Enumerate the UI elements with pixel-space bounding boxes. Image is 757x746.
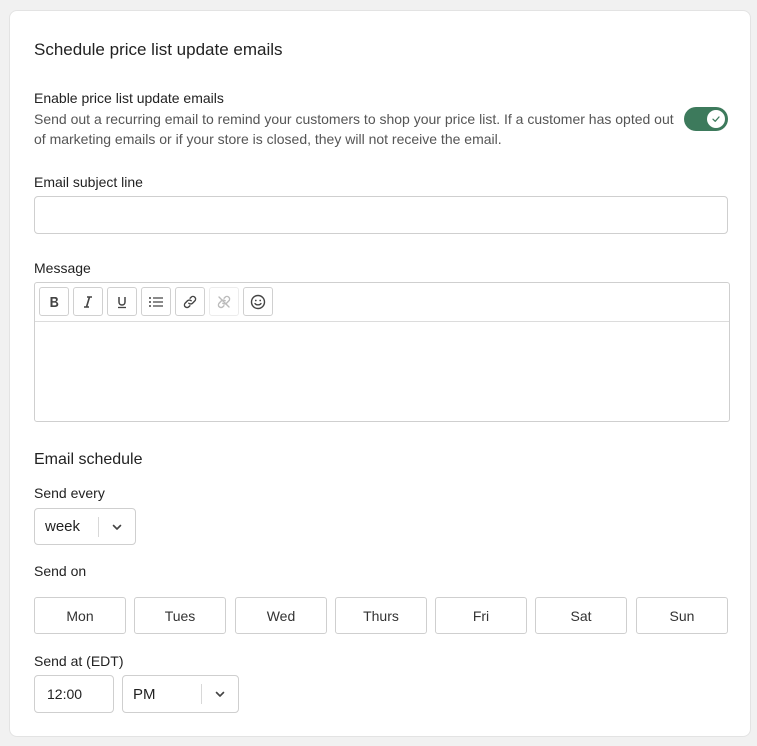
day-sun[interactable]: Sun: [636, 597, 728, 634]
ampm-select[interactable]: PM: [122, 675, 239, 713]
subject-label: Email subject line: [34, 174, 143, 190]
chevron-down-icon: [202, 688, 238, 700]
unlink-button[interactable]: [209, 287, 239, 316]
send-every-select[interactable]: week: [34, 508, 136, 545]
bold-button[interactable]: [39, 287, 69, 316]
bold-icon: [50, 296, 59, 307]
enable-label: Enable price list update emails: [34, 90, 224, 106]
day-sat[interactable]: Sat: [535, 597, 627, 634]
subject-input[interactable]: [34, 196, 728, 234]
italic-button[interactable]: [73, 287, 103, 316]
day-fri[interactable]: Fri: [435, 597, 527, 634]
send-every-value: week: [45, 518, 81, 535]
schedule-card: Schedule price list update emails Enable…: [9, 10, 751, 737]
link-icon: [183, 295, 197, 308]
emoji-button[interactable]: [243, 287, 273, 316]
editor-toolbar: [35, 283, 729, 322]
send-at-label: Send at (EDT): [34, 653, 124, 669]
underline-button[interactable]: [107, 287, 137, 316]
card-title: Schedule price list update emails: [34, 40, 283, 59]
day-tues[interactable]: Tues: [134, 597, 226, 634]
emoji-icon: [250, 294, 266, 309]
message-body[interactable]: [35, 323, 729, 421]
day-mon[interactable]: Mon: [34, 597, 126, 634]
day-thurs[interactable]: Thurs: [335, 597, 427, 634]
unlink-icon: [217, 295, 231, 308]
list-button[interactable]: [141, 287, 171, 316]
toggle-knob: [707, 110, 725, 128]
ampm-value: PM: [133, 685, 156, 703]
underline-icon: [118, 296, 126, 308]
italic-icon: [84, 295, 92, 308]
message-editor: [34, 282, 730, 422]
enable-description: Send out a recurring email to remind you…: [34, 111, 674, 147]
time-input[interactable]: [34, 675, 114, 713]
day-wed[interactable]: Wed: [235, 597, 327, 634]
check-icon: [712, 116, 720, 122]
chevron-down-icon: [99, 521, 135, 533]
list-icon: [149, 296, 163, 307]
send-on-label: Send on: [34, 563, 87, 579]
schedule-title: Email schedule: [34, 451, 143, 468]
send-every-label: Send every: [34, 485, 105, 501]
message-label: Message: [34, 260, 91, 276]
enable-toggle[interactable]: [684, 107, 728, 131]
link-button[interactable]: [175, 287, 205, 316]
